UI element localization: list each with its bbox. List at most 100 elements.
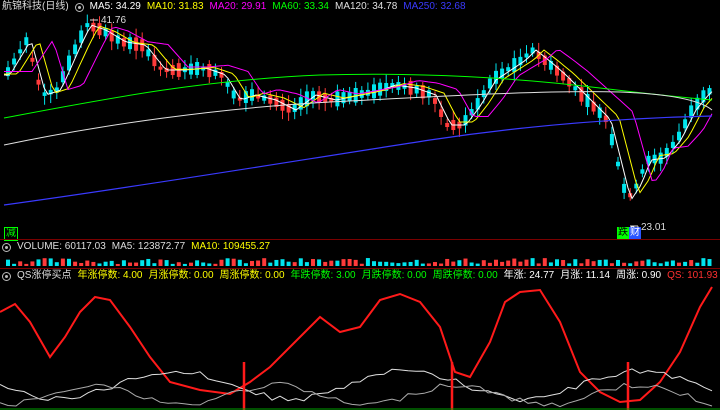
volume-bar [622,262,627,266]
volume-bar [518,261,523,266]
candle-body [622,183,627,193]
candle-body [91,22,96,32]
qs-settings-gear-icon[interactable] [2,271,11,281]
volume-bar [121,260,126,266]
volume-bar [378,261,383,266]
candle-body [231,90,236,99]
candle-body [268,95,273,104]
candle-body [683,119,688,129]
candle-body [616,161,620,167]
volume-bar [347,258,352,266]
volume-bar [426,263,431,266]
volume-bar [701,258,706,266]
candle-body [73,44,78,55]
volume-bar [536,263,541,266]
volume-bar [195,260,200,266]
volume-settings-gear-icon[interactable] [2,242,11,252]
volume-bar [341,259,346,266]
volume-bar [670,260,675,266]
candle-body [18,49,23,54]
aux-line-1 [0,368,713,403]
candle-body [640,169,645,174]
volume-chart[interactable] [0,252,720,268]
candle-body [85,23,90,28]
candle-body [524,53,529,58]
earnings-badge[interactable]: 财 [629,227,641,239]
volume-bar [707,259,712,266]
volume-bar [390,262,395,266]
volume-bar [30,261,35,266]
volume-bar [73,261,78,266]
volume-bar [201,262,206,266]
price-chart[interactable] [0,0,720,240]
volume-bar [542,258,547,266]
volume-bar [115,263,120,266]
volume-bar [494,259,498,266]
volume-bar [182,263,187,266]
qs-indicator-chart[interactable] [0,282,720,410]
volume-bar [158,259,163,266]
volume-bar [170,263,175,266]
volume-bar [97,263,102,266]
volume-bar [152,263,157,266]
volume-bar [48,258,53,266]
volume-bar [213,263,218,266]
volume-bar [451,261,456,266]
qs-label-9: 周涨: 0.90 [616,270,662,281]
volume-bar [689,260,694,266]
volume-bar [683,261,688,266]
volume-bar [359,263,364,266]
candle-body [573,86,578,91]
volume-bar [176,262,181,266]
qs-label-2: 月涨停数: 0.00 [148,270,214,281]
limit-down-badge[interactable]: 跌 [617,227,629,239]
qs-label-10: QS: 101.93 [667,270,718,281]
candle-body [445,122,450,128]
qs-label-5: 月跌停数: 0.00 [361,270,427,281]
volume-bar [286,261,291,266]
candle-body [292,103,297,112]
volume-bar [231,258,236,266]
candle-body [677,131,681,141]
volume-bar [616,259,620,266]
volume-bar [36,259,41,266]
volume-bar [311,259,315,266]
candle-body [512,58,517,73]
qs-line [0,286,713,404]
volume-bar [140,260,145,266]
volume-bar [481,260,486,266]
volume-bar [512,258,517,266]
volume-bar [677,262,681,266]
volume-bar [664,261,669,266]
candle-body [609,134,614,146]
panel-divider [0,268,720,269]
volume-bar [372,261,376,266]
volume-bar [262,258,267,266]
candle-body [36,79,41,85]
volume-bar [365,258,370,266]
qs-label-8: 月涨: 11.14 [560,270,611,281]
volume-bar [292,262,297,266]
volume-bar [658,263,663,266]
volume-bar [274,259,279,266]
volume-bar [469,262,474,266]
volume-bar [573,259,578,266]
volume-bar [445,258,450,266]
volume-bar [597,259,602,266]
candle-body [378,82,383,96]
candle-body [30,57,35,62]
volume-bar [585,259,590,266]
volume-bar [353,259,358,266]
volume-bar [487,262,492,266]
volume-bar [24,263,29,266]
volume-bar [646,259,651,266]
qs-label-6: 周跌停数: 0.00 [432,270,498,281]
candle-body [250,89,254,101]
volume-bar [134,262,139,266]
volume-bar [103,261,108,266]
volume-bar [109,260,114,266]
volume-bar [237,259,242,266]
candle-body [439,109,444,117]
volume-bar [384,261,389,266]
qs-label-3: 周涨停数: 0.00 [219,270,285,281]
